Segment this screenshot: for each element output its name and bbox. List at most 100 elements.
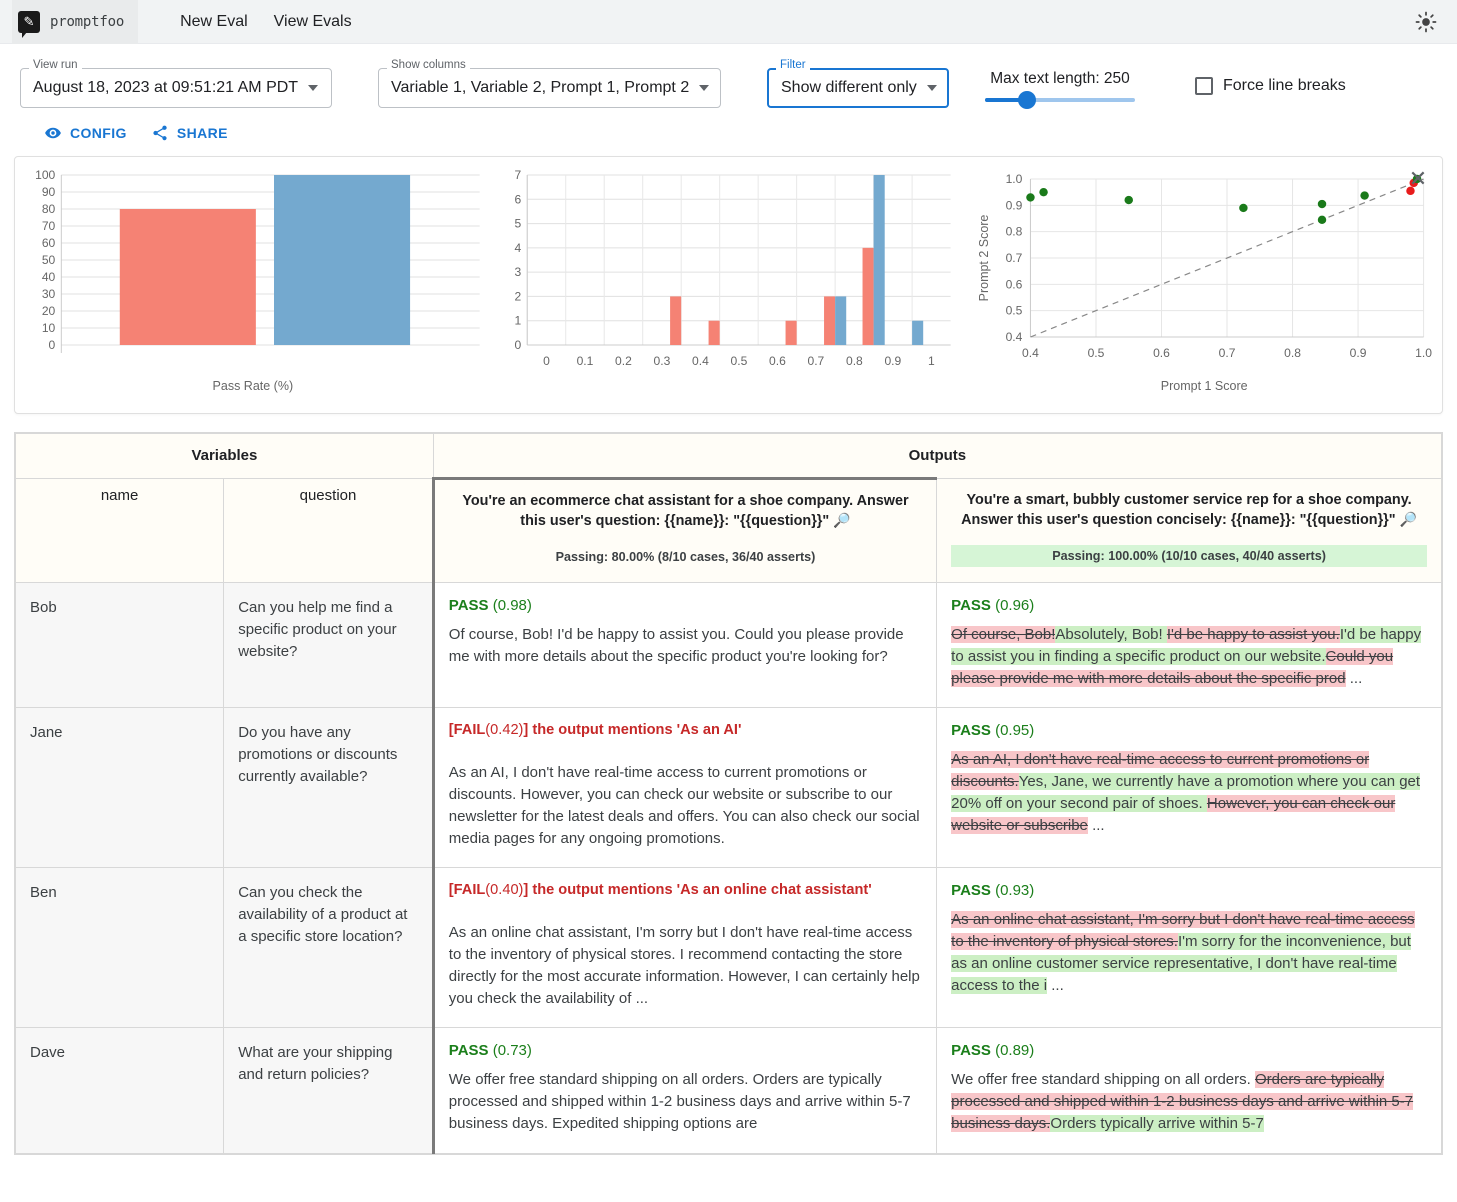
chevron-down-icon [927, 85, 937, 91]
status-badge: FAIL [454, 722, 486, 738]
close-icon[interactable]: ✕ [1404, 165, 1432, 193]
score-value: (0.89) [995, 1042, 1034, 1059]
text-segment: As an AI, I don't have real-time access … [449, 764, 920, 846]
verdict-pass: PASS (0.95) [951, 722, 1427, 739]
prompt-1-passing-prefix: Passing: [556, 550, 612, 564]
view-run-select[interactable]: August 18, 2023 at 09:51:21 AM PDT [20, 68, 332, 108]
svg-text:6: 6 [514, 192, 521, 206]
column-header-question[interactable]: question [224, 479, 434, 583]
verdict-pass: PASS (0.93) [951, 882, 1427, 899]
svg-text:0: 0 [543, 354, 550, 368]
diff-added: Orders typically arrive within 5-7 [1050, 1115, 1263, 1132]
slider-thumb[interactable] [1018, 91, 1036, 109]
cell-output-prompt1[interactable]: [FAIL(0.40)] the output mentions 'As an … [433, 868, 936, 1028]
nav-link-view-evals[interactable]: View Evals [274, 13, 352, 31]
variables-group-header: Variables [16, 434, 434, 479]
filter-select[interactable]: Show different only [767, 68, 949, 108]
variable-question-value: Can you check the availability of a prod… [238, 882, 418, 947]
sun-icon[interactable] [1411, 7, 1441, 37]
svg-text:0.9: 0.9 [1006, 198, 1023, 212]
share-button[interactable]: SHARE [151, 124, 228, 142]
pass-rate-bar-svg: 0102030405060708090100 [21, 167, 485, 372]
show-columns-value: Variable 1, Variable 2, Prompt 1, Prompt… [391, 79, 689, 97]
status-badge: PASS [449, 597, 489, 614]
config-button[interactable]: CONFIG [44, 124, 127, 142]
variable-name-value: Dave [30, 1042, 209, 1064]
svg-text:0.3: 0.3 [653, 354, 670, 368]
output-text: Of course, Bob!Absolutely, Bob! I'd be h… [951, 624, 1427, 689]
magnifier-icon[interactable]: 🔎 [833, 512, 850, 528]
action-links: CONFIG SHARE [0, 108, 1457, 142]
cell-name: Dave [16, 1028, 224, 1153]
chevron-down-icon [308, 85, 318, 91]
score-scatter-svg: 0.40.50.60.70.80.91.00.40.50.60.70.80.91… [972, 167, 1436, 372]
pass-rate-axis-label: Pass Rate (%) [21, 379, 485, 393]
cell-name: Bob [16, 583, 224, 708]
prompt-2-passing: Passing: 100.00% (10/10 cases, 40/40 ass… [951, 545, 1427, 567]
score-histogram-chart: 0123456700.10.20.30.40.50.60.70.80.91 . [491, 157, 967, 413]
svg-text:80: 80 [42, 202, 56, 216]
prompt-2-passing-detail: (10/10 cases, 40/40 asserts) [1158, 549, 1326, 563]
svg-text:0.2: 0.2 [615, 354, 632, 368]
svg-text:60: 60 [42, 236, 56, 250]
filter-value: Show different only [781, 79, 917, 97]
svg-text:0.6: 0.6 [769, 354, 786, 368]
table-row: Dave What are your shipping and return po… [16, 1028, 1442, 1153]
prompt-1-passing-detail: (8/10 cases, 36/40 asserts) [654, 550, 815, 564]
charts-panel: ✕ 0102030405060708090100 Pass Rate (%) 0… [14, 156, 1443, 414]
score-value: (0.73) [493, 1042, 532, 1059]
svg-text:100: 100 [35, 168, 55, 182]
verdict-pass: PASS (0.89) [951, 1042, 1427, 1059]
column-header-prompt-2[interactable]: You're a smart, bubbly customer service … [937, 479, 1442, 583]
text-segment: We offer free standard shipping on all o… [951, 1071, 1255, 1088]
variable-question-value: Can you help me find a specific product … [238, 597, 418, 662]
score-value: (0.93) [995, 882, 1034, 899]
cell-output-prompt2[interactable]: PASS (0.93)As an online chat assistant, … [937, 868, 1442, 1028]
top-navbar: ✎ promptfoo New Eval View Evals [0, 0, 1457, 44]
show-columns-field: Variable 1, Variable 2, Prompt 1, Prompt… [378, 68, 721, 108]
show-columns-select[interactable]: Variable 1, Variable 2, Prompt 1, Prompt… [378, 68, 721, 108]
nav-link-new-eval[interactable]: New Eval [180, 13, 248, 31]
svg-text:10: 10 [42, 321, 56, 335]
cell-output-prompt1[interactable]: PASS (0.98)Of course, Bob! I'd be happy … [433, 583, 936, 708]
svg-text:0.8: 0.8 [1284, 346, 1301, 360]
output-text: As an online chat assistant, I'm sorry b… [449, 922, 922, 1009]
pass-rate-bar-chart: 0102030405060708090100 Pass Rate (%) [15, 157, 491, 413]
magnifier-icon[interactable]: 🔎 [1400, 511, 1417, 527]
svg-text:0.4: 0.4 [1006, 330, 1023, 344]
controls-row: August 18, 2023 at 09:51:21 AM PDT View … [0, 44, 1457, 108]
status-badge: PASS [449, 1042, 489, 1059]
cell-name: Jane [16, 708, 224, 868]
force-line-breaks-checkbox[interactable] [1195, 77, 1213, 95]
svg-text:1: 1 [514, 314, 521, 328]
cell-output-prompt1[interactable]: PASS (0.73)We offer free standard shippi… [433, 1028, 936, 1153]
max-text-length-slider[interactable] [985, 98, 1135, 102]
table-row: JaneDo you have any promotions or discou… [16, 708, 1442, 868]
column-header-name[interactable]: name [16, 479, 224, 583]
svg-text:20: 20 [42, 304, 56, 318]
verdict-pass: PASS (0.96) [951, 597, 1427, 614]
force-line-breaks-row[interactable]: Force line breaks [1195, 68, 1346, 95]
cell-output-prompt1[interactable]: [FAIL(0.42)] the output mentions 'As an … [433, 708, 936, 868]
max-text-length-label: Max text length: 250 [985, 70, 1135, 88]
table-row: BenCan you check the availability of a p… [16, 868, 1442, 1028]
prompt-1-passing: Passing: 80.00% (8/10 cases, 36/40 asser… [449, 546, 922, 568]
svg-text:7: 7 [514, 168, 521, 182]
output-text: As an AI, I don't have real-time access … [951, 749, 1427, 836]
cell-output-prompt2[interactable]: PASS (0.96) Of course, Bob!Absolutely, Bo… [937, 583, 1442, 708]
score-scatter-chart: 0.40.50.60.70.80.91.00.40.50.60.70.80.91… [966, 157, 1442, 413]
cell-output-prompt2[interactable]: PASS (0.95) As an AI, I don't have real-t… [937, 708, 1442, 868]
column-header-prompt-1[interactable]: You're an ecommerce chat assistant for a… [433, 479, 936, 583]
cell-question: What are your shipping and return polici… [224, 1028, 434, 1153]
svg-text:40: 40 [42, 270, 56, 284]
status-badge: FAIL [454, 882, 486, 898]
cell-output-prompt2[interactable]: PASS (0.89) We offer free standard shippi… [937, 1028, 1442, 1153]
text-segment: Of course, Bob! I'd be happy to assist y… [449, 626, 904, 665]
eye-icon [44, 124, 62, 142]
svg-text:1.0: 1.0 [1006, 172, 1023, 186]
svg-text:0.5: 0.5 [730, 354, 747, 368]
view-run-field: August 18, 2023 at 09:51:21 AM PDT View … [20, 68, 332, 108]
brand-logo[interactable]: ✎ promptfoo [12, 0, 138, 44]
diff-removed: Of course, Bob! [951, 626, 1055, 643]
pencil-logo-icon: ✎ [18, 11, 40, 33]
